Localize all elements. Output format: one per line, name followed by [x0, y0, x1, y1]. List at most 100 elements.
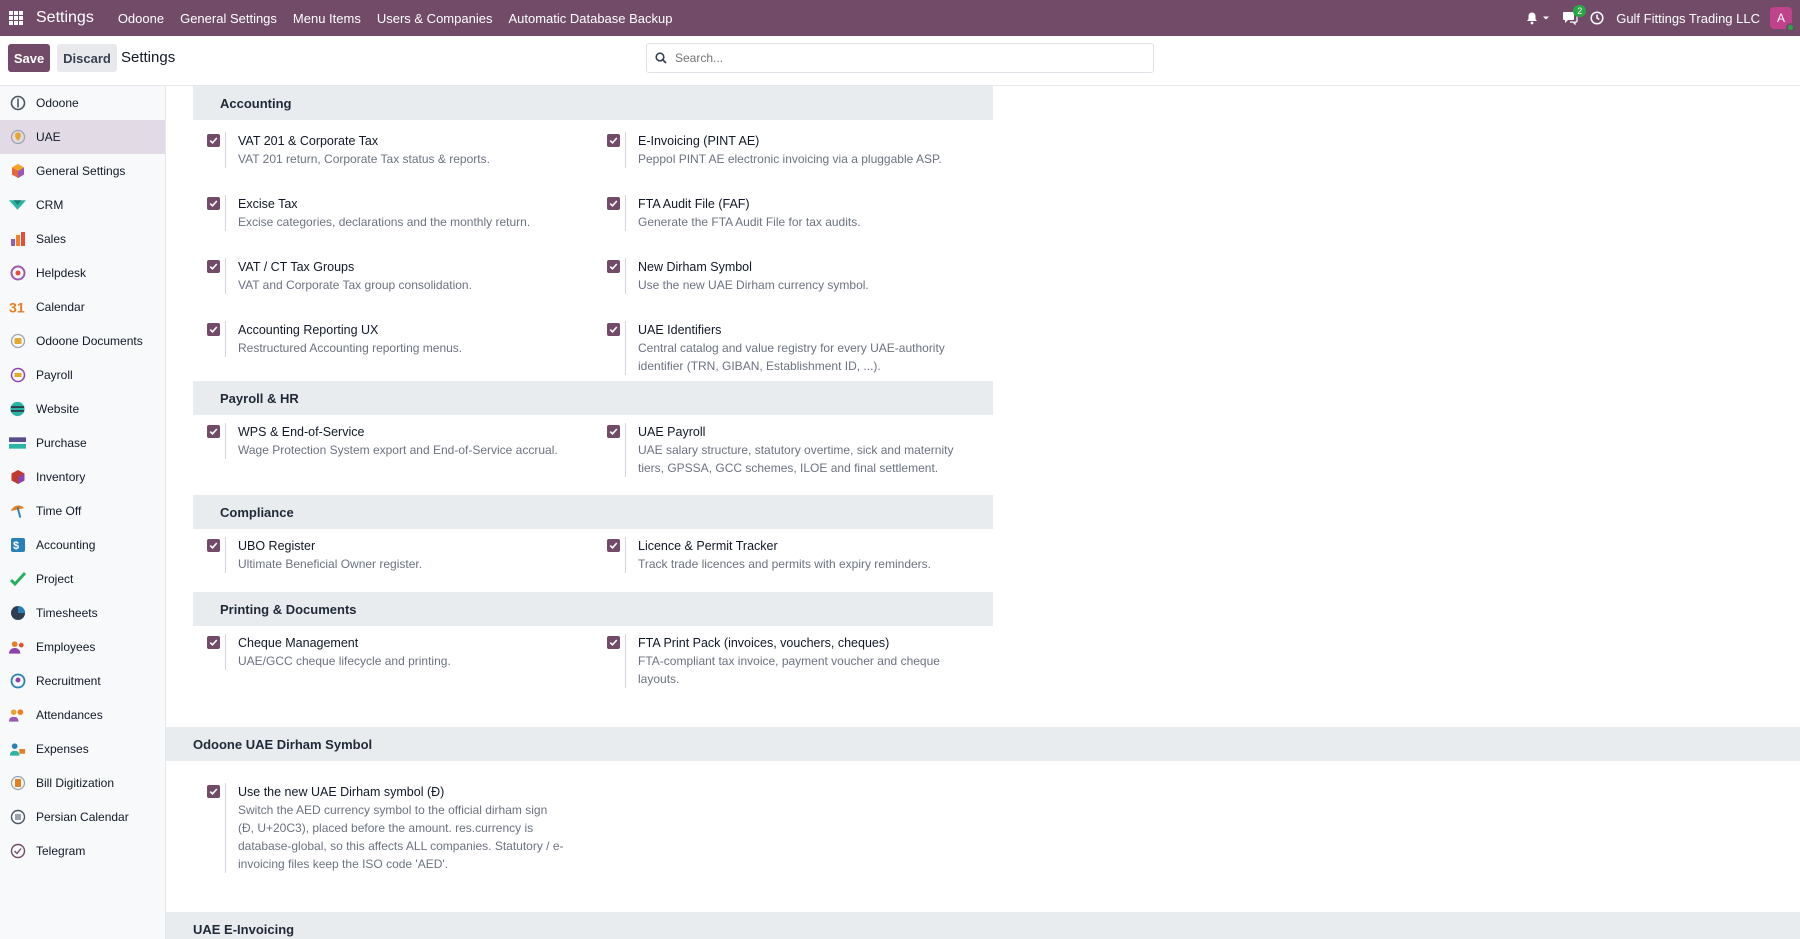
- helpdesk-icon: [9, 265, 26, 282]
- sidebar-item-label: Purchase: [36, 436, 87, 450]
- online-status-dot: [1786, 23, 1795, 32]
- setting-checkbox[interactable]: [207, 197, 220, 210]
- sidebar-item-bill-digitization[interactable]: Bill Digitization: [0, 766, 165, 800]
- setting-title: UBO Register: [238, 539, 316, 553]
- menu-menu-items[interactable]: Menu Items: [285, 11, 369, 26]
- app-switcher-icon[interactable]: [2, 0, 30, 36]
- sidebar-item-website[interactable]: Website: [0, 392, 165, 426]
- sidebar-item-expenses[interactable]: Expenses: [0, 732, 165, 766]
- settings-sidebar: Odoone UAE General Settings CRM Sales Helpdes…: [0, 86, 166, 939]
- setting-description: Excise categories, declarations and the …: [238, 215, 531, 229]
- odoone-icon: [9, 95, 26, 112]
- control-panel: Save Discard Settings: [0, 36, 1800, 86]
- sidebar-item-inventory[interactable]: Inventory: [0, 460, 165, 494]
- sidebar-item-attendances[interactable]: Attendances: [0, 698, 165, 732]
- sidebar-item-time-off[interactable]: Time Off: [0, 494, 165, 528]
- sidebar-item-odoone-documents[interactable]: Odoone Documents: [0, 324, 165, 358]
- sidebar-item-project[interactable]: Project: [0, 562, 165, 596]
- sidebar-item-sales[interactable]: Sales: [0, 222, 165, 256]
- search-icon: [655, 52, 667, 64]
- setting-title: WPS & End-of-Service: [238, 425, 365, 439]
- setting-checkbox[interactable]: [607, 260, 620, 273]
- sidebar-item-purchase[interactable]: Purchase: [0, 426, 165, 460]
- sidebar-item-timesheets[interactable]: Timesheets: [0, 596, 165, 630]
- setting-checkbox[interactable]: [607, 636, 620, 649]
- discard-button[interactable]: Discard: [57, 44, 117, 72]
- setting-checkbox[interactable]: [607, 323, 620, 336]
- setting-checkbox[interactable]: [607, 539, 620, 552]
- sidebar-item-label: Accounting: [36, 538, 96, 552]
- user-avatar[interactable]: A: [1770, 7, 1795, 32]
- setting-body: FTA Print Pack (invoices, vouchers, cheq…: [625, 634, 970, 688]
- sidebar-item-telegram[interactable]: Telegram: [0, 834, 165, 868]
- section-payroll-hr: Payroll & HR: [193, 381, 993, 415]
- setting-checkbox[interactable]: [607, 425, 620, 438]
- menu-odoone[interactable]: Odoone: [110, 11, 172, 26]
- setting-description: Switch the AED currency symbol to the of…: [238, 803, 564, 871]
- sidebar-item-helpdesk[interactable]: Helpdesk: [0, 256, 165, 290]
- setting-title: UAE Identifiers: [638, 323, 722, 337]
- setting-checkbox[interactable]: [207, 260, 220, 273]
- activity-clock-icon[interactable]: [1590, 11, 1604, 25]
- setting-checkbox[interactable]: [207, 323, 220, 336]
- setting-title: Accounting Reporting UX: [238, 323, 379, 337]
- sidebar-item-general-settings[interactable]: General Settings: [0, 154, 165, 188]
- menu-automatic-database-backup[interactable]: Automatic Database Backup: [500, 11, 680, 26]
- sidebar-item-label: Website: [36, 402, 80, 416]
- setting-title: FTA Print Pack (invoices, vouchers, cheq…: [638, 636, 890, 650]
- app-title[interactable]: Settings: [36, 9, 94, 27]
- messages-icon[interactable]: 2: [1562, 5, 1587, 25]
- setting-body: Excise Tax Excise categories, declaration…: [225, 195, 570, 231]
- svg-text:$: $: [13, 540, 19, 552]
- time-off-icon: [9, 503, 26, 520]
- setting-description: Generate the FTA Audit File for tax audi…: [638, 215, 861, 229]
- menu-users-companies[interactable]: Users & Companies: [369, 11, 501, 26]
- expenses-icon: [9, 741, 26, 758]
- search-input[interactable]: [675, 51, 1115, 65]
- setting-checkbox[interactable]: [607, 134, 620, 147]
- setting-description: Central catalog and value registry for e…: [638, 341, 945, 373]
- bell-icon[interactable]: [1526, 12, 1550, 25]
- message-count-badge: 2: [1573, 5, 1587, 17]
- sidebar-item-recruitment[interactable]: Recruitment: [0, 664, 165, 698]
- section-accounting: Accounting: [193, 86, 993, 120]
- company-switcher[interactable]: Gulf Fittings Trading LLC: [1616, 11, 1760, 26]
- setting-body: FTA Audit File (FAF) Generate the FTA Aud…: [625, 195, 970, 231]
- settings-content: Accounting Payroll & HR Compliance Print…: [166, 86, 1800, 939]
- setting-checkbox[interactable]: [207, 134, 220, 147]
- sidebar-item-accounting[interactable]: $ Accounting: [0, 528, 165, 562]
- setting-body: Use the new UAE Dirham symbol (Đ) Switch …: [225, 783, 565, 873]
- recruitment-icon: [9, 673, 26, 690]
- setting-checkbox[interactable]: [607, 197, 620, 210]
- sidebar-item-odoone[interactable]: Odoone: [0, 86, 165, 120]
- sidebar-item-label: Recruitment: [36, 674, 101, 688]
- sidebar-item-crm[interactable]: CRM: [0, 188, 165, 222]
- sidebar-item-persian-calendar[interactable]: Persian Calendar: [0, 800, 165, 834]
- sidebar-item-label: UAE: [36, 130, 61, 144]
- sidebar-item-label: Sales: [36, 232, 67, 246]
- sidebar-item-label: Attendances: [36, 708, 103, 722]
- setting-description: UAE/GCC cheque lifecycle and printing.: [238, 654, 451, 668]
- setting-title: Use the new UAE Dirham symbol (Đ): [238, 785, 445, 799]
- chevron-down-icon: [1543, 16, 1550, 20]
- setting-body: Licence & Permit Tracker Track trade lice…: [625, 537, 970, 573]
- sidebar-item-uae[interactable]: UAE: [0, 120, 165, 154]
- setting-checkbox[interactable]: [207, 425, 220, 438]
- menu-general-settings[interactable]: General Settings: [172, 11, 285, 26]
- sidebar-item-calendar[interactable]: 31 Calendar: [0, 290, 165, 324]
- sidebar-item-employees[interactable]: Employees: [0, 630, 165, 664]
- bill-digitization-icon: [9, 775, 26, 792]
- accounting-icon: $: [9, 537, 26, 554]
- sidebar-item-payroll[interactable]: Payroll: [0, 358, 165, 392]
- setting-title: New Dirham Symbol: [638, 260, 752, 274]
- setting-checkbox[interactable]: [207, 636, 220, 649]
- setting-body: UBO Register Ultimate Beneficial Owner re…: [225, 537, 570, 573]
- setting-title: Excise Tax: [238, 197, 298, 211]
- setting-checkbox[interactable]: [207, 539, 220, 552]
- top-navbar: Settings Odoone General Settings Menu It…: [0, 0, 1800, 36]
- sidebar-item-label: Timesheets: [36, 606, 98, 620]
- sales-icon: [9, 231, 26, 248]
- save-button[interactable]: Save: [8, 44, 50, 72]
- setting-checkbox[interactable]: [207, 785, 220, 798]
- sidebar-item-label: CRM: [36, 198, 64, 212]
